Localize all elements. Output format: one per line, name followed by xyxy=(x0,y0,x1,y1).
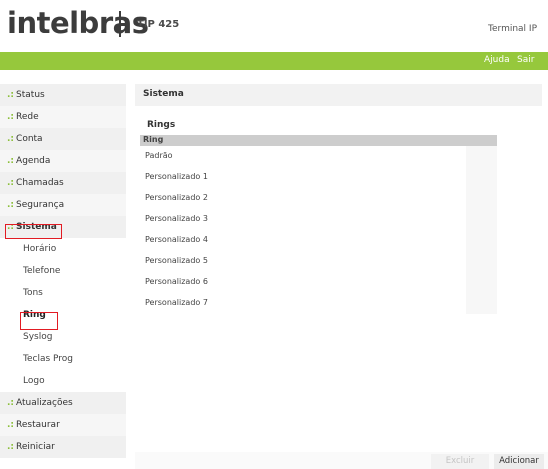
sidebar-subitem-label: Telefone xyxy=(23,266,61,276)
page-subtitle: Rings xyxy=(147,120,176,130)
section-header: Sistema xyxy=(135,84,542,106)
logo-separator xyxy=(119,11,121,37)
sidebar-item-label: Segurança xyxy=(16,200,65,210)
bullet-icon: .: xyxy=(7,398,15,408)
bullet-icon: .: xyxy=(7,420,15,430)
sidebar-subitem-logo[interactable]: Logo xyxy=(0,370,126,392)
sidebar-item-conta[interactable]: .: Conta xyxy=(0,128,126,150)
sidebar-item-label: Rede xyxy=(16,112,39,122)
column-header-ring: Ring xyxy=(143,135,164,144)
ring-name: Personalizado 5 xyxy=(145,256,208,265)
sidebar-item-label: Status xyxy=(16,90,45,100)
sidebar-item-status[interactable]: .: Status xyxy=(0,84,126,106)
table-row[interactable]: Personalizado 1 xyxy=(140,167,497,188)
sidebar-subitem-teclas-prog[interactable]: Teclas Prog xyxy=(0,348,126,370)
sidebar-subitem-label: Horário xyxy=(23,244,57,254)
sidebar: .: Status .: Rede .: Conta .: Agenda .: Chama… xyxy=(0,84,126,458)
sidebar-subitem-label: Logo xyxy=(23,376,45,386)
sidebar-item-seguranca[interactable]: .: Segurança xyxy=(0,194,126,216)
table-row[interactable]: Personalizado 7 xyxy=(140,293,497,314)
brand-logo: intelbras xyxy=(7,6,149,40)
table-row[interactable]: Personalizado 4 xyxy=(140,230,497,251)
sidebar-subitem-label: Syslog xyxy=(23,332,53,342)
table-row[interactable]: Personalizado 2 xyxy=(140,188,497,209)
ring-name: Personalizado 4 xyxy=(145,235,208,244)
ring-name: Padrão xyxy=(145,151,173,160)
table-row[interactable]: Padrão xyxy=(140,146,497,167)
ring-name: Personalizado 6 xyxy=(145,277,208,286)
bullet-icon: .: xyxy=(7,112,15,122)
bullet-icon: .: xyxy=(7,156,15,166)
ring-name: Personalizado 1 xyxy=(145,172,208,181)
table-row[interactable]: Personalizado 6 xyxy=(140,272,497,293)
sidebar-item-label: Agenda xyxy=(16,156,51,166)
sidebar-item-label: Atualizações xyxy=(16,398,73,408)
sidebar-item-agenda[interactable]: .: Agenda xyxy=(0,150,126,172)
sidebar-item-label: Reiniciar xyxy=(16,442,55,452)
sidebar-item-reiniciar[interactable]: .: Reiniciar xyxy=(0,436,126,458)
sidebar-item-rede[interactable]: .: Rede xyxy=(0,106,126,128)
delete-button[interactable]: Excluir xyxy=(431,454,489,469)
sidebar-subitem-syslog[interactable]: Syslog xyxy=(0,326,126,348)
sidebar-item-label: Restaurar xyxy=(16,420,60,430)
bullet-icon: .: xyxy=(7,178,15,188)
sidebar-item-label: Conta xyxy=(16,134,43,144)
bullet-icon: .: xyxy=(7,200,15,210)
top-nav-bar: Ajuda Sair xyxy=(0,52,548,70)
sidebar-subitem-horario[interactable]: Horário xyxy=(0,238,126,260)
sidebar-item-chamadas[interactable]: .: Chamadas xyxy=(0,172,126,194)
sidebar-item-label: Chamadas xyxy=(16,178,64,188)
header: intelbras TIP 425 Terminal IP xyxy=(0,0,548,52)
sidebar-subitem-ring[interactable]: Ring xyxy=(0,304,126,326)
sidebar-subitem-label: Teclas Prog xyxy=(23,354,74,364)
selected-submenu-highlight xyxy=(20,312,58,330)
sidebar-subitem-telefone[interactable]: Telefone xyxy=(0,260,126,282)
section-title: Sistema xyxy=(143,89,184,99)
table-row[interactable]: Personalizado 3 xyxy=(140,209,497,230)
logout-link[interactable]: Sair xyxy=(517,55,534,65)
sidebar-item-restaurar[interactable]: .: Restaurar xyxy=(0,414,126,436)
add-button[interactable]: Adicionar xyxy=(494,454,544,469)
ring-name: Personalizado 3 xyxy=(145,214,208,223)
sidebar-subitem-label: Tons xyxy=(23,288,43,298)
bullet-icon: .: xyxy=(7,134,15,144)
selected-menu-highlight xyxy=(5,224,62,239)
sidebar-subitem-tons[interactable]: Tons xyxy=(0,282,126,304)
terminal-label: Terminal IP xyxy=(488,24,537,34)
table-row[interactable]: Personalizado 5 xyxy=(140,251,497,272)
device-model: TIP 425 xyxy=(137,19,180,30)
rings-table: Ring Padrão Personalizado 1 Personalizad… xyxy=(140,135,497,314)
help-link[interactable]: Ajuda xyxy=(484,55,510,65)
bullet-icon: .: xyxy=(7,442,15,452)
ring-name: Personalizado 7 xyxy=(145,298,208,307)
bullet-icon: .: xyxy=(7,90,15,100)
ring-name: Personalizado 2 xyxy=(145,193,208,202)
main-content: Sistema xyxy=(135,84,542,106)
table-header: Ring xyxy=(140,135,497,146)
sidebar-item-atualizacoes[interactable]: .: Atualizações xyxy=(0,392,126,414)
